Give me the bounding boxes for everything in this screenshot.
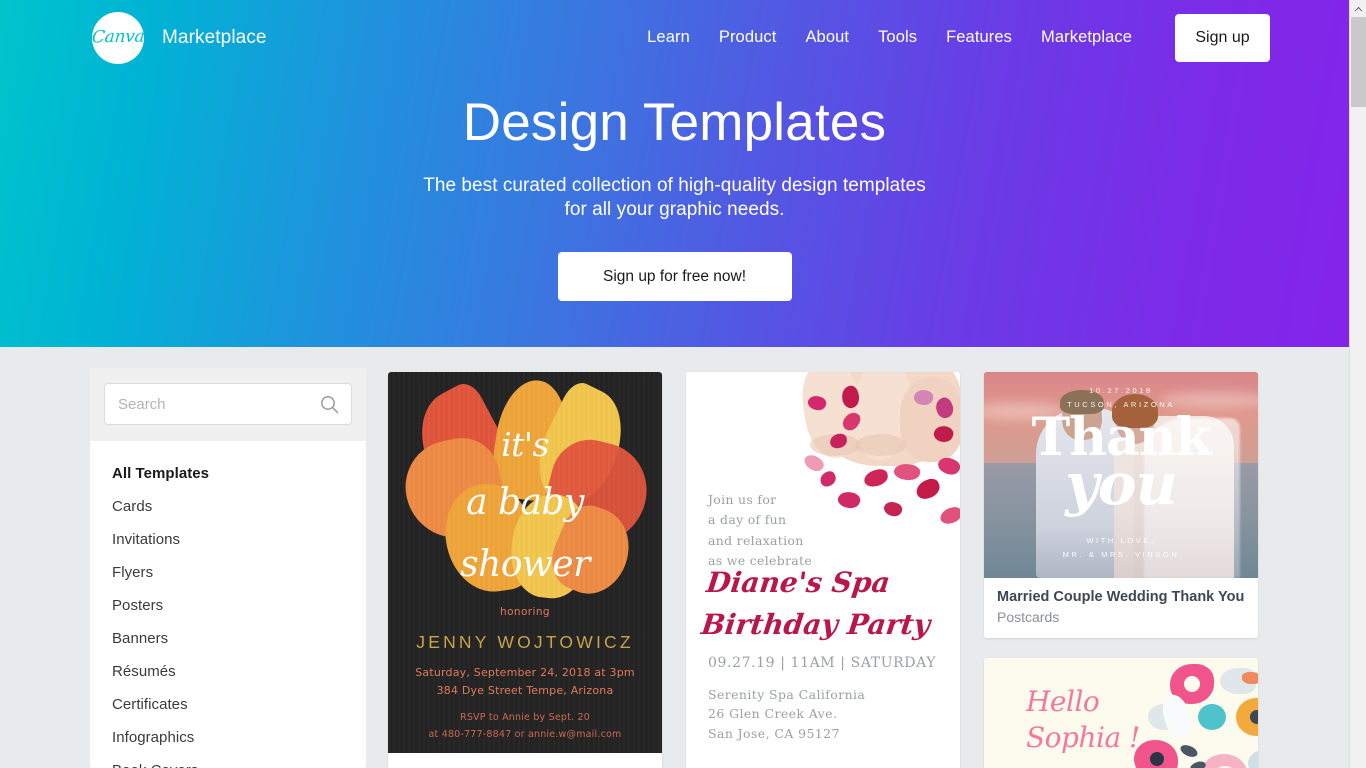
brand-name-label: Marketplace: [162, 26, 267, 48]
sidebar-item-cards[interactable]: Cards: [90, 490, 366, 523]
grid-column-2: Join us for a day of fun and relaxation …: [686, 372, 960, 768]
content-area: All Templates Cards Invitations Flyers P…: [0, 347, 1349, 768]
intro-line-2: a day of fun: [708, 512, 787, 528]
card-meta: Married Couple Wedding Thank You ... Pos…: [984, 578, 1258, 638]
sidebar: All Templates Cards Invitations Flyers P…: [90, 368, 366, 768]
template-thumbnail-hello-sophia: Hello Sophia !: [984, 658, 1258, 768]
greeting-line-1: Hello: [1026, 685, 1100, 718]
sidebar-item-invitations[interactable]: Invitations: [90, 523, 366, 556]
brand-logo[interactable]: Canva Marketplace: [92, 11, 267, 64]
nav-item-about[interactable]: About: [805, 28, 849, 47]
headline-line-1: it's: [501, 425, 549, 464]
sidebar-item-flyers[interactable]: Flyers: [90, 556, 366, 589]
page-root: Canva Marketplace Learn Product About To…: [0, 0, 1366, 768]
header-date: 10.27.2018: [1089, 386, 1153, 395]
sidebar-item-banners[interactable]: Banners: [90, 622, 366, 655]
hero-subtitle-line-1: The best curated collection of high-qual…: [423, 175, 926, 197]
hero-content: Design Templates The best curated collec…: [0, 93, 1349, 302]
grid-column-1: it's a baby shower honoring JENNY WOJTOW…: [388, 372, 662, 768]
baby-shower-event-details: Saturday, September 24, 2018 at 3pm 384 …: [388, 664, 662, 699]
nav-item-features[interactable]: Features: [946, 28, 1012, 47]
page-title: Design Templates: [462, 93, 887, 152]
search-box[interactable]: [104, 383, 352, 425]
card-meta: [686, 748, 960, 768]
headline-line-3: shower: [460, 544, 590, 585]
venue-street: 26 Glen Creek Ave.: [708, 706, 838, 722]
spa-invite-date: 09.27.19 | 11AM | SATURDAY: [708, 655, 937, 671]
template-thumbnail-baby-shower: it's a baby shower honoring JENNY WOJTOW…: [388, 372, 662, 753]
baby-shower-headline: it's a baby shower: [388, 428, 662, 583]
page-scrollbar[interactable]: [1349, 0, 1366, 768]
hello-sophia-greeting: Hello Sophia !: [1026, 684, 1140, 757]
venue-name: Serenity Spa California: [708, 687, 866, 702]
search-input[interactable]: [105, 384, 351, 424]
card-title: Married Couple Wedding Thank You ...: [997, 589, 1245, 605]
template-card-wedding-thank-you[interactable]: 10.27.2018 TUCSON, ARIZONA Thank you WIT…: [984, 372, 1258, 638]
nav-item-learn[interactable]: Learn: [647, 28, 690, 47]
baby-shower-rsvp: RSVP to Annie by Sept. 20 at 480-777-884…: [388, 710, 662, 743]
rsvp-line-1: RSVP to Annie by Sept. 20: [460, 712, 590, 723]
title-line-2: Birthday Party: [699, 608, 932, 641]
template-card-baby-shower[interactable]: it's a baby shower honoring JENNY WOJTOW…: [388, 372, 662, 768]
hero-banner: Canva Marketplace Learn Product About To…: [0, 0, 1349, 347]
canva-logo-wordmark: Canva: [92, 26, 144, 47]
greeting-line-2: Sophia !: [1026, 721, 1140, 755]
sidebar-item-infographics[interactable]: Infographics: [90, 721, 366, 754]
sidebar-item-book-covers[interactable]: Book Covers: [90, 754, 366, 768]
sidebar-item-certificates[interactable]: Certificates: [90, 688, 366, 721]
main-nav: Learn Product About Tools Features Marke…: [647, 28, 1132, 47]
hero-subtitle: The best curated collection of high-qual…: [423, 174, 926, 222]
search-icon[interactable]: [320, 395, 339, 419]
signup-button[interactable]: Sign up: [1175, 13, 1270, 62]
template-card-spa-birthday[interactable]: Join us for a day of fun and relaxation …: [686, 372, 960, 768]
venue-city: San Jose, CA 95127: [708, 725, 840, 741]
signature-line-2: MR. & MRS. VINSON: [1062, 549, 1180, 559]
card-meta: [388, 753, 662, 768]
intro-line-3: and relaxation: [708, 532, 804, 548]
template-thumbnail-spa-birthday: Join us for a day of fun and relaxation …: [686, 372, 960, 748]
template-card-hello-sophia[interactable]: Hello Sophia !: [984, 658, 1258, 768]
sidebar-item-resumes[interactable]: Résumés: [90, 655, 366, 688]
search-section: [90, 368, 366, 441]
top-navigation-bar: Canva Marketplace Learn Product About To…: [0, 0, 1349, 75]
rsvp-line-2: at 480-777-8847 or annie.w@mail.com: [428, 728, 622, 740]
sidebar-item-all-templates[interactable]: All Templates: [90, 457, 366, 490]
spa-invite-title: Diane's Spa Birthday Party: [699, 562, 938, 646]
template-grid: it's a baby shower honoring JENNY WOJTOW…: [388, 372, 1349, 768]
category-list: All Templates Cards Invitations Flyers P…: [90, 441, 366, 768]
scrollbar-up-arrow-icon[interactable]: [1350, 0, 1366, 17]
hero-signup-cta-button[interactable]: Sign up for free now!: [557, 252, 792, 302]
thank-you-word-you: you: [1065, 450, 1178, 518]
card-category: Postcards: [997, 609, 1060, 625]
spa-invite-intro: Join us for a day of fun and relaxation …: [708, 490, 812, 571]
nav-item-tools[interactable]: Tools: [878, 28, 917, 47]
scrollbar-thumb[interactable]: [1351, 17, 1366, 107]
intro-line-1: Join us for: [708, 492, 777, 507]
baby-shower-honoree-name: JENNY WOJTOWICZ: [416, 632, 634, 652]
signature-line-1: WITH LOVE,: [1086, 535, 1156, 545]
thank-you-signature: WITH LOVE, MR. & MRS. VINSON: [984, 534, 1258, 563]
grid-column-3: 10.27.2018 TUCSON, ARIZONA Thank you WIT…: [984, 372, 1258, 768]
title-line-1: Diane's Spa: [704, 566, 892, 599]
hero-subtitle-line-2: for all your graphic needs.: [564, 199, 785, 221]
canva-logo-icon: Canva: [92, 11, 144, 64]
nav-item-product[interactable]: Product: [719, 28, 777, 47]
spa-invite-address: Serenity Spa California 26 Glen Creek Av…: [708, 685, 865, 743]
nav-item-marketplace[interactable]: Marketplace: [1041, 28, 1132, 47]
template-thumbnail-wedding-thank-you: 10.27.2018 TUCSON, ARIZONA Thank you WIT…: [984, 372, 1258, 578]
event-date: Saturday, September 24, 2018 at 3pm: [415, 666, 635, 679]
baby-shower-honoring-label: honoring: [500, 606, 550, 618]
event-address: 384 Dye Street Tempe, Arizona: [436, 683, 614, 697]
headline-line-2: a baby: [466, 482, 584, 523]
sidebar-item-posters[interactable]: Posters: [90, 589, 366, 622]
